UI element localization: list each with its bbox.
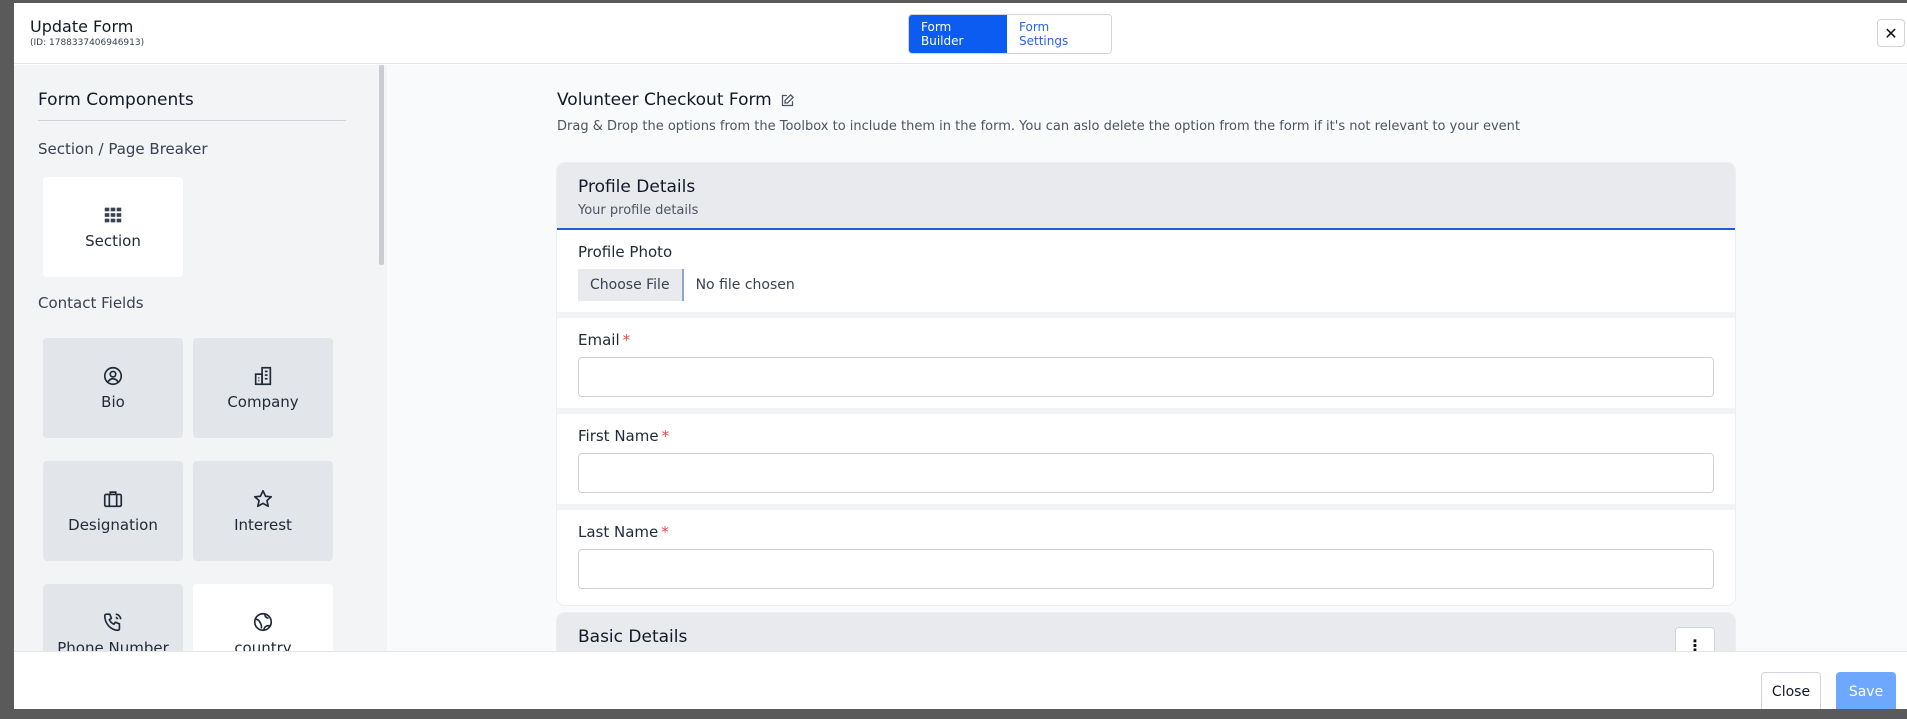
section-subtitle: Your profile details: [578, 203, 699, 218]
component-bio[interactable]: Bio: [43, 338, 183, 438]
building-icon: [254, 366, 272, 386]
component-designation[interactable]: Designation: [43, 461, 183, 561]
grid-icon: [104, 207, 122, 223]
field-first-name: First Name *: [557, 414, 1735, 510]
last-name-field[interactable]: [578, 549, 1714, 589]
component-interest[interactable]: Interest: [193, 461, 333, 561]
component-phone-number[interactable]: Phone Number: [43, 584, 183, 651]
field-label: First Name: [578, 427, 659, 445]
component-label: Bio: [101, 393, 125, 411]
modal-header: Update Form (ID: 1788337406946913) Form …: [14, 3, 1907, 64]
form-components-sidebar: Form Components Section / Page Breaker S…: [14, 65, 387, 651]
modal-footer: Close Save: [14, 651, 1907, 709]
field-label-row: First Name *: [578, 427, 1714, 445]
field-label: Email: [578, 331, 620, 349]
component-label: Company: [227, 393, 299, 411]
component-label: Designation: [68, 516, 158, 534]
sidebar-scrollbar[interactable]: [379, 65, 384, 265]
field-last-name: Last Name *: [557, 510, 1735, 600]
section-title: Basic Details: [578, 627, 688, 647]
divider: [38, 120, 346, 121]
required-marker: *: [622, 331, 631, 349]
component-label: Section: [85, 232, 141, 250]
component-company[interactable]: Company: [193, 338, 333, 438]
group-label-contact: Contact Fields: [38, 294, 144, 312]
form-id: (ID: 1788337406946913): [30, 38, 145, 48]
modal-title: Update Form: [30, 17, 134, 36]
component-label: country: [234, 639, 292, 651]
form-description: Drag & Drop the options from the Toolbox…: [557, 119, 1521, 134]
view-tabs: Form Builder Form Settings: [908, 14, 1112, 54]
first-name-field[interactable]: [578, 453, 1714, 493]
form-builder-canvas: Volunteer Checkout Form Drag & Drop the …: [387, 65, 1907, 651]
save-button[interactable]: Save: [1836, 672, 1896, 709]
update-form-modal: Update Form (ID: 1788337406946913) Form …: [14, 3, 1907, 709]
field-label: Profile Photo: [578, 243, 673, 261]
component-section[interactable]: Section: [43, 177, 183, 277]
choose-file-button[interactable]: Choose File: [578, 269, 684, 301]
section-header: Profile Details Your profile details: [557, 163, 1735, 230]
form-title-row: Volunteer Checkout Form: [557, 90, 795, 110]
component-label: Interest: [234, 516, 292, 534]
close-icon[interactable]: ✕: [1877, 19, 1905, 47]
tab-form-builder[interactable]: Form Builder: [909, 15, 1007, 53]
file-status: No file chosen: [695, 277, 795, 293]
more-vertical-icon[interactable]: ⋮: [1675, 627, 1715, 651]
section-profile-details: Profile Details Your profile details Pro…: [557, 163, 1735, 605]
field-label-row: Last Name *: [578, 523, 1714, 541]
file-input: Choose File No file chosen: [578, 269, 1714, 301]
tab-form-settings[interactable]: Form Settings: [1007, 15, 1111, 53]
field-label-row: Email *: [578, 331, 1714, 349]
group-label-section: Section / Page Breaker: [38, 140, 208, 158]
section-header: Basic Details ⋮: [557, 613, 1735, 651]
globe-icon: [253, 612, 273, 632]
field-profile-photo: Profile Photo Choose File No file chosen: [557, 230, 1735, 318]
edit-icon[interactable]: [780, 93, 795, 108]
form-title: Volunteer Checkout Form: [557, 90, 772, 110]
sidebar-title: Form Components: [38, 90, 194, 110]
component-country[interactable]: country: [193, 584, 333, 651]
email-field[interactable]: [578, 357, 1714, 397]
required-marker: *: [661, 427, 670, 445]
briefcase-icon: [103, 491, 123, 508]
close-button[interactable]: Close: [1761, 672, 1821, 709]
field-label: Last Name: [578, 523, 659, 541]
section-title: Profile Details: [578, 177, 696, 197]
user-circle-icon: [103, 366, 123, 386]
component-label: Phone Number: [57, 639, 169, 651]
phone-icon: [103, 613, 122, 632]
section-basic-details: Basic Details ⋮: [557, 613, 1735, 651]
field-email: Email *: [557, 318, 1735, 414]
star-icon: [253, 489, 273, 508]
required-marker: *: [661, 523, 669, 541]
